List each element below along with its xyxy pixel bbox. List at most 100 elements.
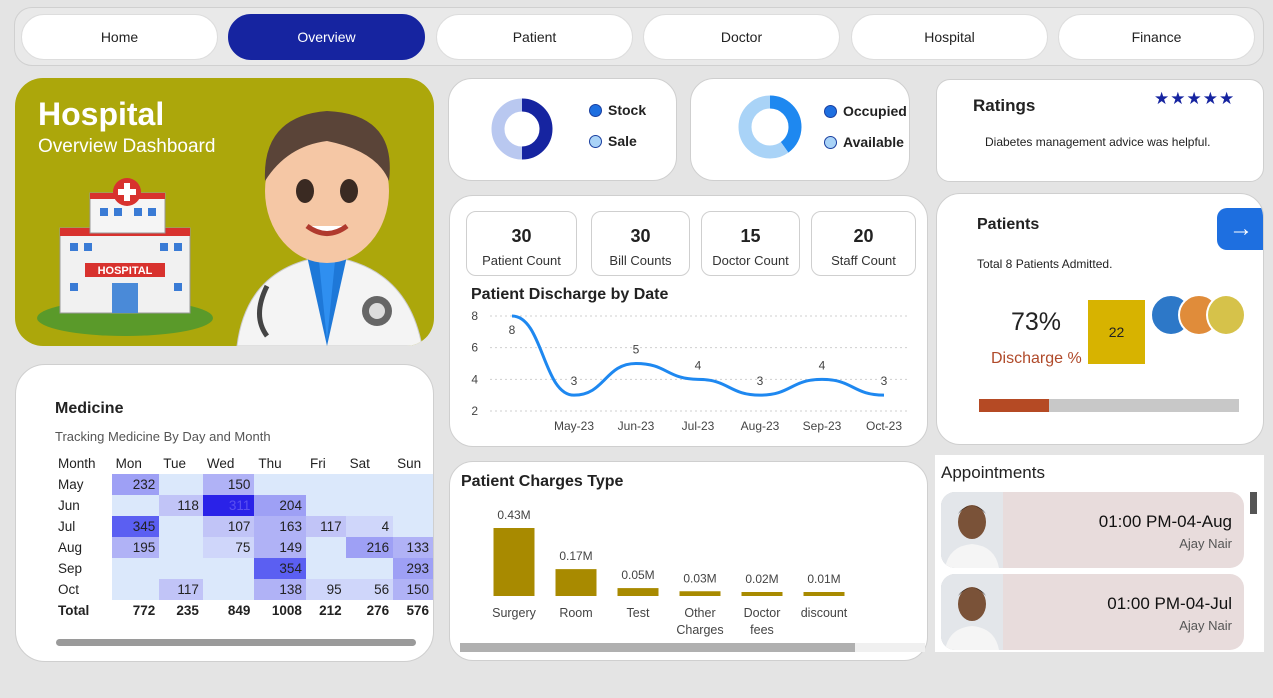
- nav-finance[interactable]: Finance: [1058, 14, 1255, 60]
- medicine-col-header[interactable]: Mon: [112, 453, 160, 474]
- medicine-month: May: [58, 477, 84, 492]
- hero-banner: Hospital Overview Dashboard HOSPITAL: [15, 78, 434, 346]
- medicine-cell: 107: [202, 516, 255, 537]
- legend-stock: Stock: [589, 102, 646, 118]
- charges-card: Patient Charges Type 0.43M Surgery 0.17M Ro…: [449, 461, 928, 661]
- x-category-label: Room: [559, 606, 592, 620]
- discharge-line-chart: 2 4 6 8 May-23 Jun-23 Jul-23 Aug-23 Sep-23 Oct-23…: [471, 309, 910, 433]
- nav-patient[interactable]: Patient: [436, 14, 633, 60]
- discharge-progress-track: [979, 399, 1239, 412]
- medicine-cell: 118: [159, 495, 203, 516]
- legend-occupied: Occupied: [824, 103, 907, 119]
- bar-room[interactable]: [555, 569, 597, 596]
- x-category-label: Surgery: [492, 606, 537, 620]
- patients-title: Patients: [977, 216, 1040, 233]
- table-row: Aug 195 75 149 216 133: [54, 537, 433, 558]
- star-rating-icon: ★★★★★: [1154, 89, 1236, 108]
- bar-value-label: 0.17M: [559, 549, 592, 563]
- total-label: Total: [58, 603, 90, 618]
- medicine-month: Jun: [58, 498, 80, 513]
- x-category-label: Other: [684, 606, 715, 620]
- bar-doctor-fees[interactable]: [741, 592, 783, 596]
- horizontal-scrollbar-thumb[interactable]: [460, 643, 855, 652]
- medicine-matrix: Month Mon Tue Wed Thu Fri Sat Sun May 232 150 Jun 1…: [54, 453, 433, 621]
- appointment-time: 01:00 PM-04-Aug: [1098, 512, 1232, 531]
- medicine-cell: 216: [345, 537, 394, 558]
- medicine-cell: [159, 537, 203, 558]
- appointment-item[interactable]: 01:00 PM-04-Aug Ajay Nair: [941, 492, 1244, 568]
- nav-hospital[interactable]: Hospital: [851, 14, 1048, 60]
- medicine-cell: [393, 516, 433, 537]
- vertical-scrollbar[interactable]: [1250, 492, 1257, 514]
- kpi-doctor-count-label: Doctor Count: [712, 253, 789, 268]
- legend-available: Available: [824, 134, 904, 150]
- medicine-cell: 354: [254, 558, 306, 579]
- data-label: 8: [509, 323, 516, 337]
- y-tick-label: 4: [471, 372, 478, 386]
- x-tick-label: Jul-23: [682, 419, 715, 433]
- legend-dot-stock: [589, 103, 602, 117]
- medicine-col-header[interactable]: Sun: [393, 453, 433, 474]
- kpi-staff-count-label: Staff Count: [831, 253, 896, 268]
- bar-test[interactable]: [617, 588, 659, 596]
- medicine-cell: [202, 558, 255, 579]
- bar-other-charges[interactable]: [679, 591, 721, 596]
- appointment-doctor: Ajay Nair: [1179, 618, 1232, 633]
- table-row: Jun 118 311 204: [54, 495, 433, 516]
- medicine-month: Aug: [58, 540, 83, 555]
- top-nav: Home Overview Patient Doctor Hospital Fi…: [14, 7, 1264, 66]
- medicine-cell: 138: [254, 579, 306, 600]
- legend-dot-occupied: [824, 104, 837, 118]
- medicine-col-header[interactable]: Fri: [306, 453, 346, 474]
- legend-occupied-label: Occupied: [843, 103, 907, 119]
- nav-home[interactable]: Home: [21, 14, 218, 60]
- discharge-percent-label: Discharge %: [991, 350, 1082, 367]
- hero-subtitle: Overview Dashboard: [38, 136, 216, 157]
- medicine-col-header[interactable]: Sat: [346, 453, 393, 474]
- arrow-right-icon[interactable]: →: [1217, 208, 1263, 250]
- total-cell: 235: [176, 603, 199, 618]
- medicine-cell: [111, 495, 160, 516]
- total-cell: 576: [406, 603, 429, 618]
- medicine-cell: [345, 474, 394, 495]
- occupancy-card: Occupied Available: [690, 78, 910, 181]
- data-label: 3: [757, 374, 764, 388]
- medicine-cell: 133: [393, 537, 433, 558]
- medicine-col-header[interactable]: Month: [54, 453, 112, 474]
- nav-doctor[interactable]: Doctor: [643, 14, 840, 60]
- data-label: 3: [881, 374, 888, 388]
- discharge-percent: 73%: [1011, 308, 1062, 336]
- rating-comment: Diabetes management advice was helpful.: [985, 135, 1211, 149]
- medicine-card: Medicine Tracking Medicine By Day and Mo…: [15, 364, 434, 662]
- medicine-col-header[interactable]: Thu: [254, 453, 306, 474]
- avatar: [1206, 294, 1246, 336]
- y-tick-label: 8: [471, 309, 478, 323]
- medicine-col-header[interactable]: Wed: [203, 453, 255, 474]
- medicine-month: Sep: [58, 561, 83, 576]
- appointment-time: 01:00 PM-04-Jul: [1107, 594, 1232, 613]
- nav-overview[interactable]: Overview: [228, 14, 425, 60]
- hero-title: Hospital: [38, 96, 165, 132]
- medicine-cell: [345, 558, 394, 579]
- bar-value-label: 0.02M: [745, 572, 778, 586]
- medicine-cell: 204: [254, 495, 306, 516]
- x-tick-label: Jun-23: [618, 419, 655, 433]
- x-category-label: Charges: [676, 623, 723, 637]
- stock-donut: [491, 98, 553, 160]
- appointment-item[interactable]: 01:00 PM-04-Jul Ajay Nair: [941, 574, 1244, 650]
- bar-discount[interactable]: [803, 592, 845, 596]
- y-tick-label: 2: [471, 404, 478, 418]
- medicine-col-header[interactable]: Tue: [159, 453, 203, 474]
- bar-surgery[interactable]: [493, 528, 535, 596]
- medicine-cell: [305, 474, 346, 495]
- legend-sale-label: Sale: [608, 133, 637, 149]
- medicine-cell: [111, 558, 160, 579]
- bar-value-label: 0.43M: [497, 508, 530, 522]
- bar-value-label: 0.03M: [683, 571, 716, 585]
- horizontal-scrollbar-track[interactable]: [460, 643, 925, 652]
- legend-dot-sale: [589, 134, 602, 148]
- x-tick-label: Oct-23: [866, 419, 902, 433]
- medicine-cell: [305, 495, 346, 516]
- y-tick-label: 6: [471, 341, 478, 355]
- horizontal-scrollbar[interactable]: [56, 639, 416, 646]
